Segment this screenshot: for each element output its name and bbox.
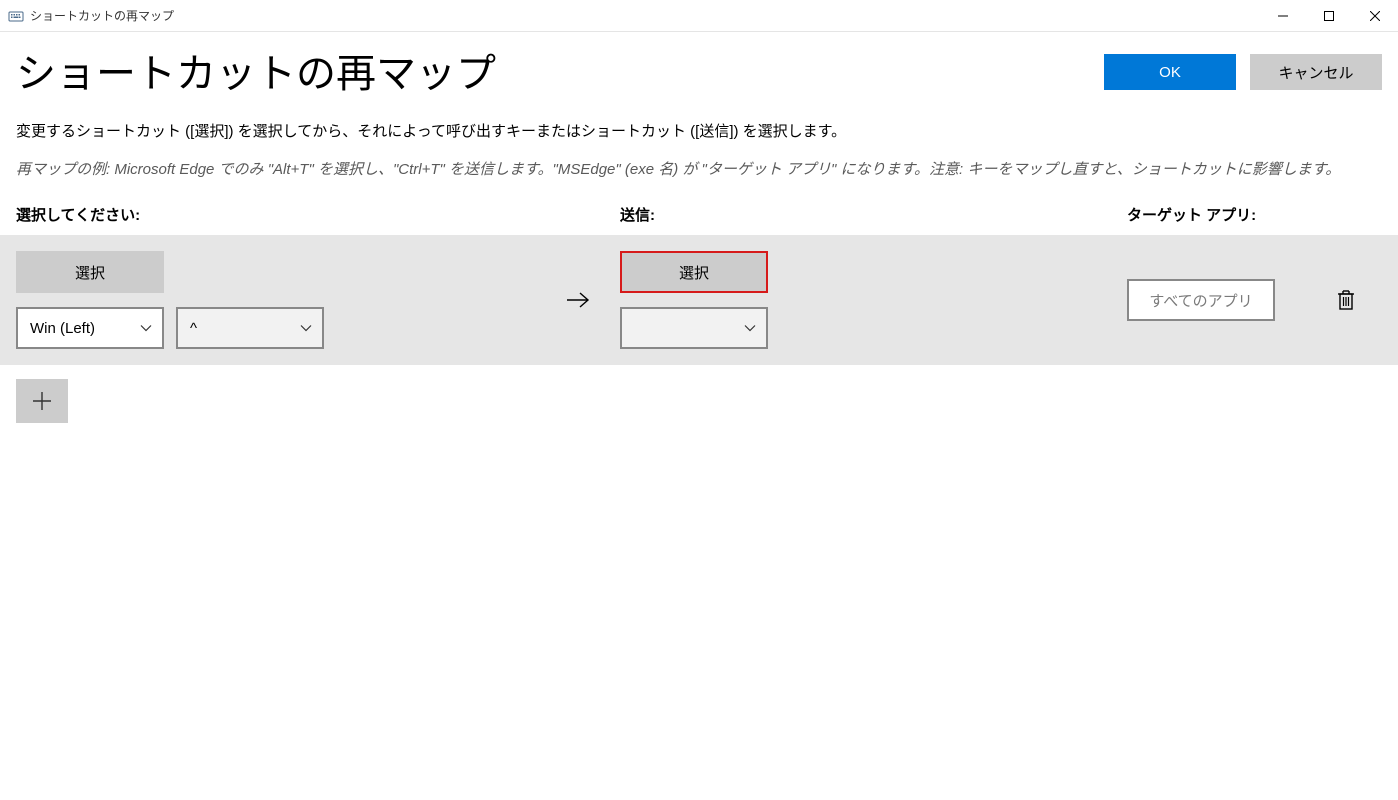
column-header-select: 選択してください: (16, 204, 620, 225)
row-target-group: すべてのアプリ (1127, 279, 1382, 321)
titlebar: ショートカットの再マップ (0, 0, 1398, 32)
select-key2-value: ^ (190, 320, 197, 337)
page-title: ショートカットの再マップ (16, 50, 1104, 98)
send-key1-dropdown[interactable] (620, 307, 768, 349)
target-placeholder: すべてのアプリ (1149, 290, 1252, 311)
close-button[interactable] (1352, 0, 1398, 31)
window-controls (1260, 0, 1398, 31)
cancel-button[interactable]: キャンセル (1250, 54, 1382, 90)
select-key1-value: Win (Left) (30, 320, 95, 337)
select-key2-dropdown[interactable]: ^ (176, 307, 324, 349)
delete-row-button[interactable] (1335, 287, 1357, 313)
arrow-icon (536, 290, 620, 310)
body-text: 変更するショートカット ([選択]) を選択してから、それによって呼び出すキーま… (0, 120, 1398, 204)
trash-icon (1336, 288, 1356, 312)
chevron-down-icon (140, 324, 152, 332)
example-text: 再マップの例: Microsoft Edge でのみ "Alt+T" を選択し、… (16, 158, 1382, 182)
select-key1-dropdown[interactable]: Win (Left) (16, 307, 164, 349)
add-row-button[interactable] (16, 379, 68, 423)
instruction-text: 変更するショートカット ([選択]) を選択してから、それによって呼び出すキーま… (16, 120, 1382, 144)
remap-row: 選択 Win (Left) ^ 選択 (0, 235, 1398, 365)
row-send-group: 選択 (620, 251, 1127, 349)
select-shortcut-button[interactable]: 選択 (16, 251, 164, 293)
add-row-area (0, 365, 1398, 437)
row-select-group: 選択 Win (Left) ^ (16, 251, 536, 349)
plus-icon (31, 390, 53, 412)
send-select-button[interactable]: 選択 (620, 251, 768, 293)
send-dropdown-row (620, 307, 1127, 349)
maximize-button[interactable] (1306, 0, 1352, 31)
keyboard-icon (8, 8, 24, 24)
chevron-down-icon (300, 324, 312, 332)
target-app-input[interactable]: すべてのアプリ (1127, 279, 1275, 321)
column-headers: 選択してください: 送信: ターゲット アプリ: (0, 204, 1398, 235)
header-buttons: OK キャンセル (1104, 54, 1382, 90)
column-header-send: 送信: (620, 204, 1127, 225)
select-dropdown-row: Win (Left) ^ (16, 307, 536, 349)
ok-button[interactable]: OK (1104, 54, 1236, 90)
chevron-down-icon (744, 324, 756, 332)
minimize-button[interactable] (1260, 0, 1306, 31)
header: ショートカットの再マップ OK キャンセル (0, 32, 1398, 120)
column-header-target: ターゲット アプリ: (1127, 204, 1382, 225)
window-title: ショートカットの再マップ (30, 7, 1260, 24)
